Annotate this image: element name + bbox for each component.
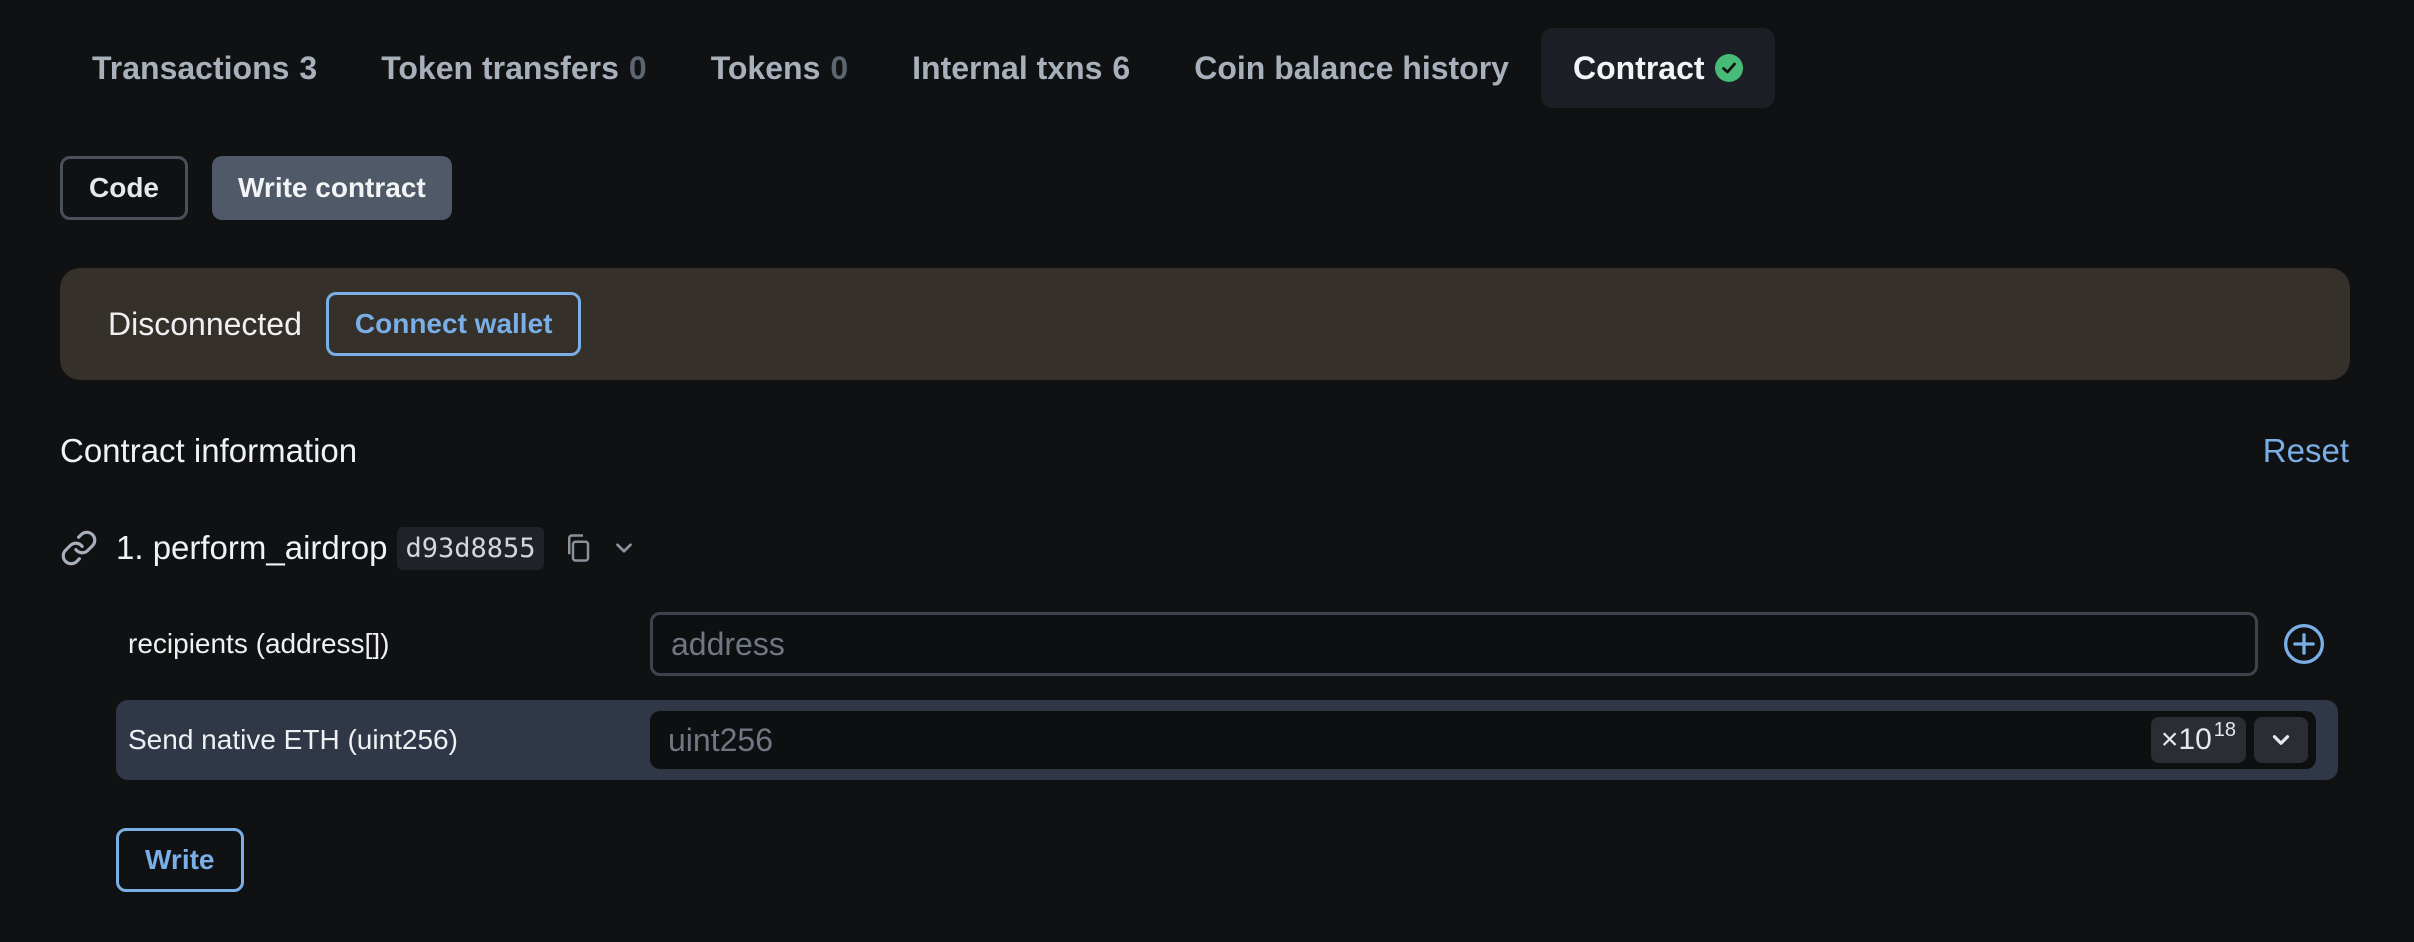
tab-contract[interactable]: Contract bbox=[1540, 28, 1775, 108]
plus-circle-icon[interactable] bbox=[2282, 622, 2326, 666]
unit-controls: ×10 18 bbox=[2150, 717, 2308, 763]
chevron-down-icon bbox=[2272, 735, 2290, 745]
recipients-input[interactable]: address bbox=[650, 612, 2258, 676]
method-header[interactable]: 1. perform_airdrop d93d8855 bbox=[60, 522, 650, 574]
tab-label: Coin balance history bbox=[1194, 49, 1509, 86]
tab-label: Token transfers bbox=[381, 49, 619, 86]
unit-dropdown-button[interactable] bbox=[2254, 717, 2308, 763]
method-signature: d93d8855 bbox=[397, 526, 544, 570]
tab-count: 0 bbox=[830, 49, 849, 86]
tab-label: Internal txns bbox=[912, 49, 1103, 86]
reset-link[interactable]: Reset bbox=[2263, 432, 2349, 470]
tab-count: 3 bbox=[299, 49, 318, 86]
input-placeholder: uint256 bbox=[668, 721, 773, 758]
wallet-alert: Disconnected Connect wallet bbox=[60, 268, 2350, 380]
connection-status: Disconnected bbox=[108, 305, 302, 342]
code-button[interactable]: Code bbox=[60, 156, 188, 220]
tab-label: Contract bbox=[1572, 49, 1705, 86]
send-eth-row: Send native ETH (uint256) uint256 ×10 18 bbox=[116, 700, 2338, 780]
tab-internal-txns[interactable]: Internal txns 6 bbox=[880, 28, 1162, 108]
input-placeholder: address bbox=[671, 625, 785, 662]
tab-tokens[interactable]: Tokens 0 bbox=[679, 28, 880, 108]
link-icon[interactable] bbox=[60, 529, 98, 567]
tab-transactions[interactable]: Transactions 3 bbox=[60, 28, 349, 108]
chevron-down-icon[interactable] bbox=[604, 528, 644, 568]
contract-info-title: Contract information bbox=[60, 432, 358, 469]
contract-subtabs: Code Write contract bbox=[60, 156, 452, 220]
tab-label: Tokens bbox=[710, 49, 821, 86]
method-name: 1. perform_airdrop bbox=[116, 529, 388, 566]
contract-page: Transactions 3 Token transfers 0 Tokens … bbox=[0, 0, 2414, 942]
check-circle-icon bbox=[1714, 54, 1743, 82]
tab-token-transfers[interactable]: Token transfers 0 bbox=[349, 28, 679, 108]
recipients-row: recipients (address[]) address bbox=[116, 610, 2336, 678]
multiplier-base: ×10 bbox=[2160, 723, 2212, 756]
send-eth-label: Send native ETH (uint256) bbox=[128, 724, 458, 755]
tab-count: 6 bbox=[1112, 49, 1131, 86]
tab-label: Transactions bbox=[92, 49, 290, 86]
multiplier-exponent: 18 bbox=[2213, 718, 2236, 741]
address-tabs: Transactions 3 Token transfers 0 Tokens … bbox=[60, 28, 1775, 108]
write-contract-button[interactable]: Write contract bbox=[212, 156, 452, 220]
send-eth-input[interactable]: uint256 ×10 18 bbox=[650, 711, 2316, 769]
connect-wallet-button[interactable]: Connect wallet bbox=[325, 292, 582, 356]
tab-count: 0 bbox=[628, 49, 647, 86]
tab-coin-balance-history[interactable]: Coin balance history bbox=[1162, 28, 1541, 108]
copy-icon[interactable] bbox=[558, 528, 598, 568]
multiplier-badge[interactable]: ×10 18 bbox=[2150, 717, 2246, 763]
write-button[interactable]: Write bbox=[116, 828, 244, 892]
recipients-label: recipients (address[]) bbox=[128, 628, 390, 659]
